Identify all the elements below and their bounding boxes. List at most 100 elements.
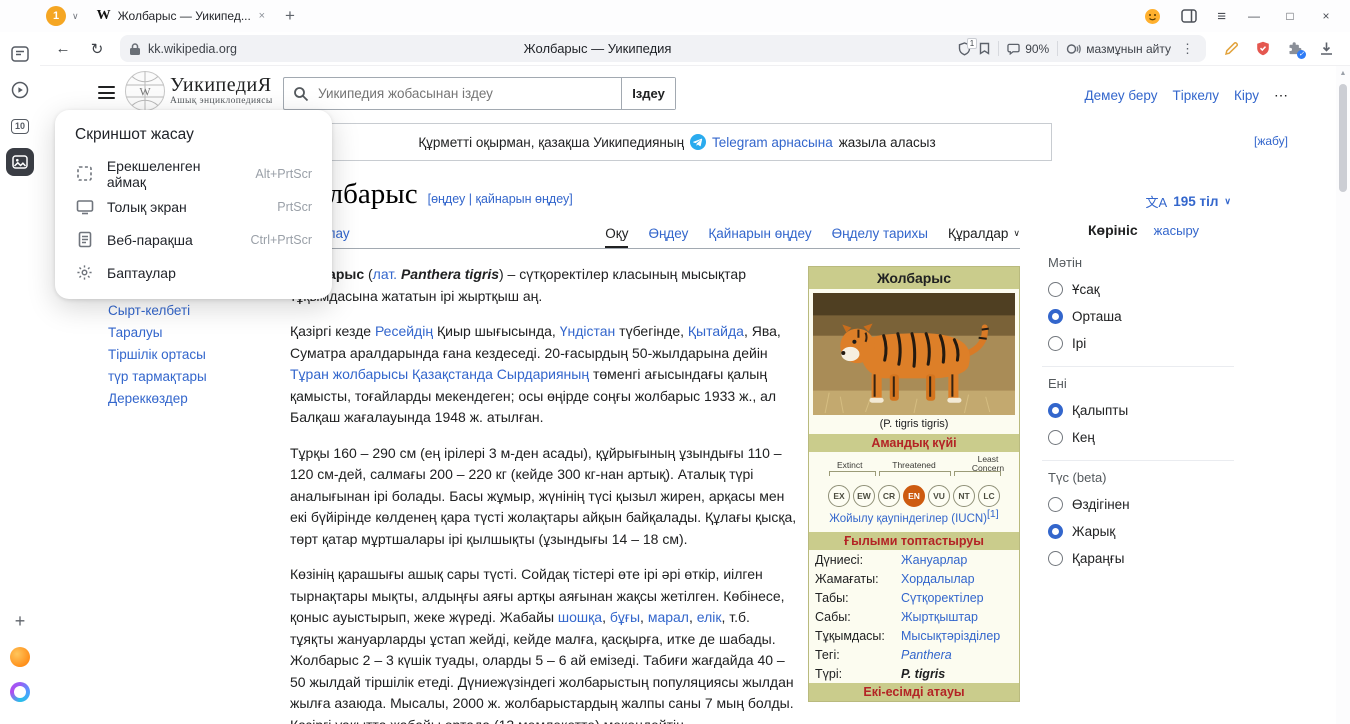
tab-strip: 1 ∨ W Жолбарыс — Уикипед... × + ≡ — □ × bbox=[0, 0, 1350, 32]
side-panel-icon[interactable] bbox=[1181, 9, 1197, 23]
minimize-button[interactable]: — bbox=[1246, 9, 1262, 23]
toc-item[interactable]: Дереккөздер bbox=[108, 392, 273, 406]
address-menu-icon[interactable]: ⋮ bbox=[1179, 41, 1196, 57]
appearance-hide-button[interactable]: жасыру bbox=[1154, 223, 1199, 238]
tab-Қайнарын өңдеу[interactable]: Қайнарын өңдеу bbox=[708, 226, 811, 248]
reload-button[interactable]: ↻ bbox=[86, 40, 108, 58]
article-link[interactable]: елік bbox=[697, 609, 722, 625]
appearance-option[interactable]: Ұсақ bbox=[1048, 281, 1234, 298]
protect-icon[interactable]: 1 bbox=[958, 42, 971, 56]
scrollbar-thumb[interactable] bbox=[1339, 84, 1347, 192]
tab-Оқу[interactable]: Оқу bbox=[605, 226, 628, 248]
taxonomy-value-link[interactable]: Жануарлар bbox=[901, 553, 967, 567]
taxonomy-value-link[interactable]: Мысықтәрізділер bbox=[901, 629, 1000, 643]
article-link[interactable]: Қытайда bbox=[688, 323, 744, 339]
edit-pencil-icon[interactable] bbox=[1224, 41, 1239, 56]
appearance-option[interactable]: Орташа bbox=[1048, 308, 1234, 325]
browser-toolbar: ← ↻ kk.wikipedia.org Жолбарыс — Уикипеди… bbox=[40, 32, 1350, 66]
title-edit-links[interactable]: [өңдеу | қайнарын өңдеу] bbox=[428, 192, 573, 206]
appearance-option[interactable]: Ірі bbox=[1048, 335, 1234, 352]
appearance-option-label: Кең bbox=[1072, 430, 1095, 445]
appearance-option[interactable]: Кең bbox=[1048, 429, 1234, 446]
download-icon[interactable] bbox=[1319, 41, 1334, 56]
mood-icon[interactable] bbox=[1144, 8, 1161, 25]
header-link[interactable]: Кіру bbox=[1234, 88, 1259, 103]
tiger-image[interactable] bbox=[809, 289, 1019, 415]
video-play-icon[interactable] bbox=[6, 76, 34, 104]
screenshot-menu-item[interactable]: Ерекшеленген аймақAlt+PrtScr bbox=[55, 157, 332, 190]
page-scrollbar[interactable]: ▲ bbox=[1336, 66, 1350, 724]
alice-assistant-icon[interactable] bbox=[10, 682, 30, 702]
article-paragraph: Қазіргі кезде Ресейдің Қиыр шығысында, Ү… bbox=[290, 321, 797, 429]
header-more-icon[interactable]: ⋯ bbox=[1274, 87, 1288, 104]
screenshot-menu-item[interactable]: Веб-парақшаCtrl+PrtScr bbox=[55, 223, 332, 256]
language-selector[interactable]: 文A 195 тіл ∨ bbox=[1146, 192, 1231, 211]
chat-panel-icon[interactable] bbox=[6, 40, 34, 68]
zoom-control[interactable]: 90% bbox=[1007, 42, 1049, 56]
tab-group-badge[interactable]: 1 bbox=[46, 6, 66, 26]
article-link[interactable]: марал bbox=[648, 609, 689, 625]
adblock-shield-icon[interactable] bbox=[1256, 41, 1270, 56]
article-link[interactable]: бұғы bbox=[610, 609, 640, 625]
back-button[interactable]: ← bbox=[52, 40, 74, 57]
header-link[interactable]: Тіркелу bbox=[1173, 88, 1220, 103]
wiki-menu-icon[interactable] bbox=[98, 86, 115, 99]
telegram-link[interactable]: Telegram арнасына bbox=[712, 135, 833, 150]
header-link[interactable]: Демеу беру bbox=[1085, 88, 1158, 103]
search-button[interactable]: Іздеу bbox=[621, 78, 675, 109]
scroll-up-icon[interactable]: ▲ bbox=[1336, 70, 1350, 77]
tab-close-icon[interactable]: × bbox=[259, 10, 265, 22]
tabs-counter-icon[interactable]: 10 bbox=[6, 112, 34, 140]
new-tab-button[interactable]: + bbox=[285, 6, 295, 26]
tab-list-chevron-icon[interactable]: ∨ bbox=[72, 11, 79, 22]
taxonomy-value: Сүтқоректілер bbox=[895, 588, 1019, 607]
appearance-header: Көрініс жасыру bbox=[1042, 222, 1234, 238]
screenshot-menu-item[interactable]: Баптаулар bbox=[55, 256, 332, 289]
taxonomy-label: Табы: bbox=[809, 588, 895, 607]
appearance-option[interactable]: Қалыпты bbox=[1048, 402, 1234, 419]
appearance-option[interactable]: Қараңғы bbox=[1048, 550, 1234, 567]
bookmark-icon[interactable] bbox=[979, 42, 990, 55]
article-link[interactable]: шошқа bbox=[558, 609, 602, 625]
search-input[interactable] bbox=[284, 78, 621, 109]
maximize-button[interactable]: □ bbox=[1282, 9, 1298, 23]
address-bar[interactable]: kk.wikipedia.org Жолбарыс — Уикипедия 1 … bbox=[120, 35, 1206, 62]
taxonomy-value-link[interactable]: Panthera bbox=[901, 648, 952, 662]
wiki-wordmark[interactable]: УикипедиЯ Ашық энциклопедиясы bbox=[170, 75, 273, 106]
tab-Өңдеу[interactable]: Өңдеу bbox=[648, 226, 688, 248]
appearance-section-label: Ені bbox=[1048, 376, 1234, 391]
browser-tab[interactable]: W Жолбарыс — Уикипед... × bbox=[89, 0, 273, 32]
toc-item[interactable]: Таралуы bbox=[108, 326, 273, 340]
taxonomy-row: Тұқымдасы:Мысықтәрізділер bbox=[809, 626, 1019, 645]
toc-item[interactable]: түр тармақтары bbox=[108, 370, 273, 384]
sidebar-add-icon[interactable]: + bbox=[15, 611, 26, 632]
extensions-puzzle-icon[interactable]: ✓ bbox=[1287, 41, 1302, 56]
close-button[interactable]: × bbox=[1318, 9, 1334, 23]
yandex-services-icon[interactable] bbox=[10, 647, 30, 667]
read-aloud-button[interactable]: мазмұнын айту bbox=[1066, 42, 1171, 56]
browser-menu-icon[interactable]: ≡ bbox=[1217, 8, 1226, 25]
screenshot-menu-item[interactable]: Толық экранPrtScr bbox=[55, 190, 332, 223]
toc-item[interactable]: Тіршілік ортасы bbox=[108, 348, 273, 362]
taxonomy-value-link[interactable]: Хордалылар bbox=[901, 572, 975, 586]
screenshot-tool-icon[interactable] bbox=[6, 148, 34, 176]
wiki-search-box[interactable]: Іздеу bbox=[283, 77, 676, 110]
status-link[interactable]: Жойылу қаупіндегілер (IUCN) bbox=[829, 513, 987, 525]
article-link[interactable]: Ресейдің bbox=[375, 323, 433, 339]
article-link[interactable]: Үндістан bbox=[560, 323, 616, 339]
article-link[interactable]: Тұран жолбарысы bbox=[290, 366, 408, 382]
taxonomy-value-link[interactable]: Сүтқоректілер bbox=[901, 591, 984, 605]
tools-menu[interactable]: Құралдар ∨ bbox=[948, 226, 1020, 248]
appearance-option[interactable]: Жарық bbox=[1048, 523, 1234, 540]
article-link[interactable]: Сырдарияның bbox=[497, 366, 589, 382]
status-group-extinct: Extinct bbox=[837, 460, 863, 470]
toc-item[interactable]: Сырт-келбеті bbox=[108, 304, 273, 318]
status-ref[interactable]: [1] bbox=[987, 508, 999, 520]
taxonomy-value-link[interactable]: Жыртқыштар bbox=[901, 610, 978, 624]
article-link[interactable]: лат. bbox=[373, 266, 397, 282]
appearance-option[interactable]: Өздігінен bbox=[1048, 496, 1234, 513]
tab-Өңделу тарихы[interactable]: Өңделу тарихы bbox=[832, 226, 928, 248]
taxonomy-row: Табы: Сүтқоректілер bbox=[809, 588, 1019, 607]
article-link[interactable]: Қазақстанда bbox=[412, 366, 493, 382]
banner-close-link[interactable]: [жабу] bbox=[1254, 134, 1288, 148]
